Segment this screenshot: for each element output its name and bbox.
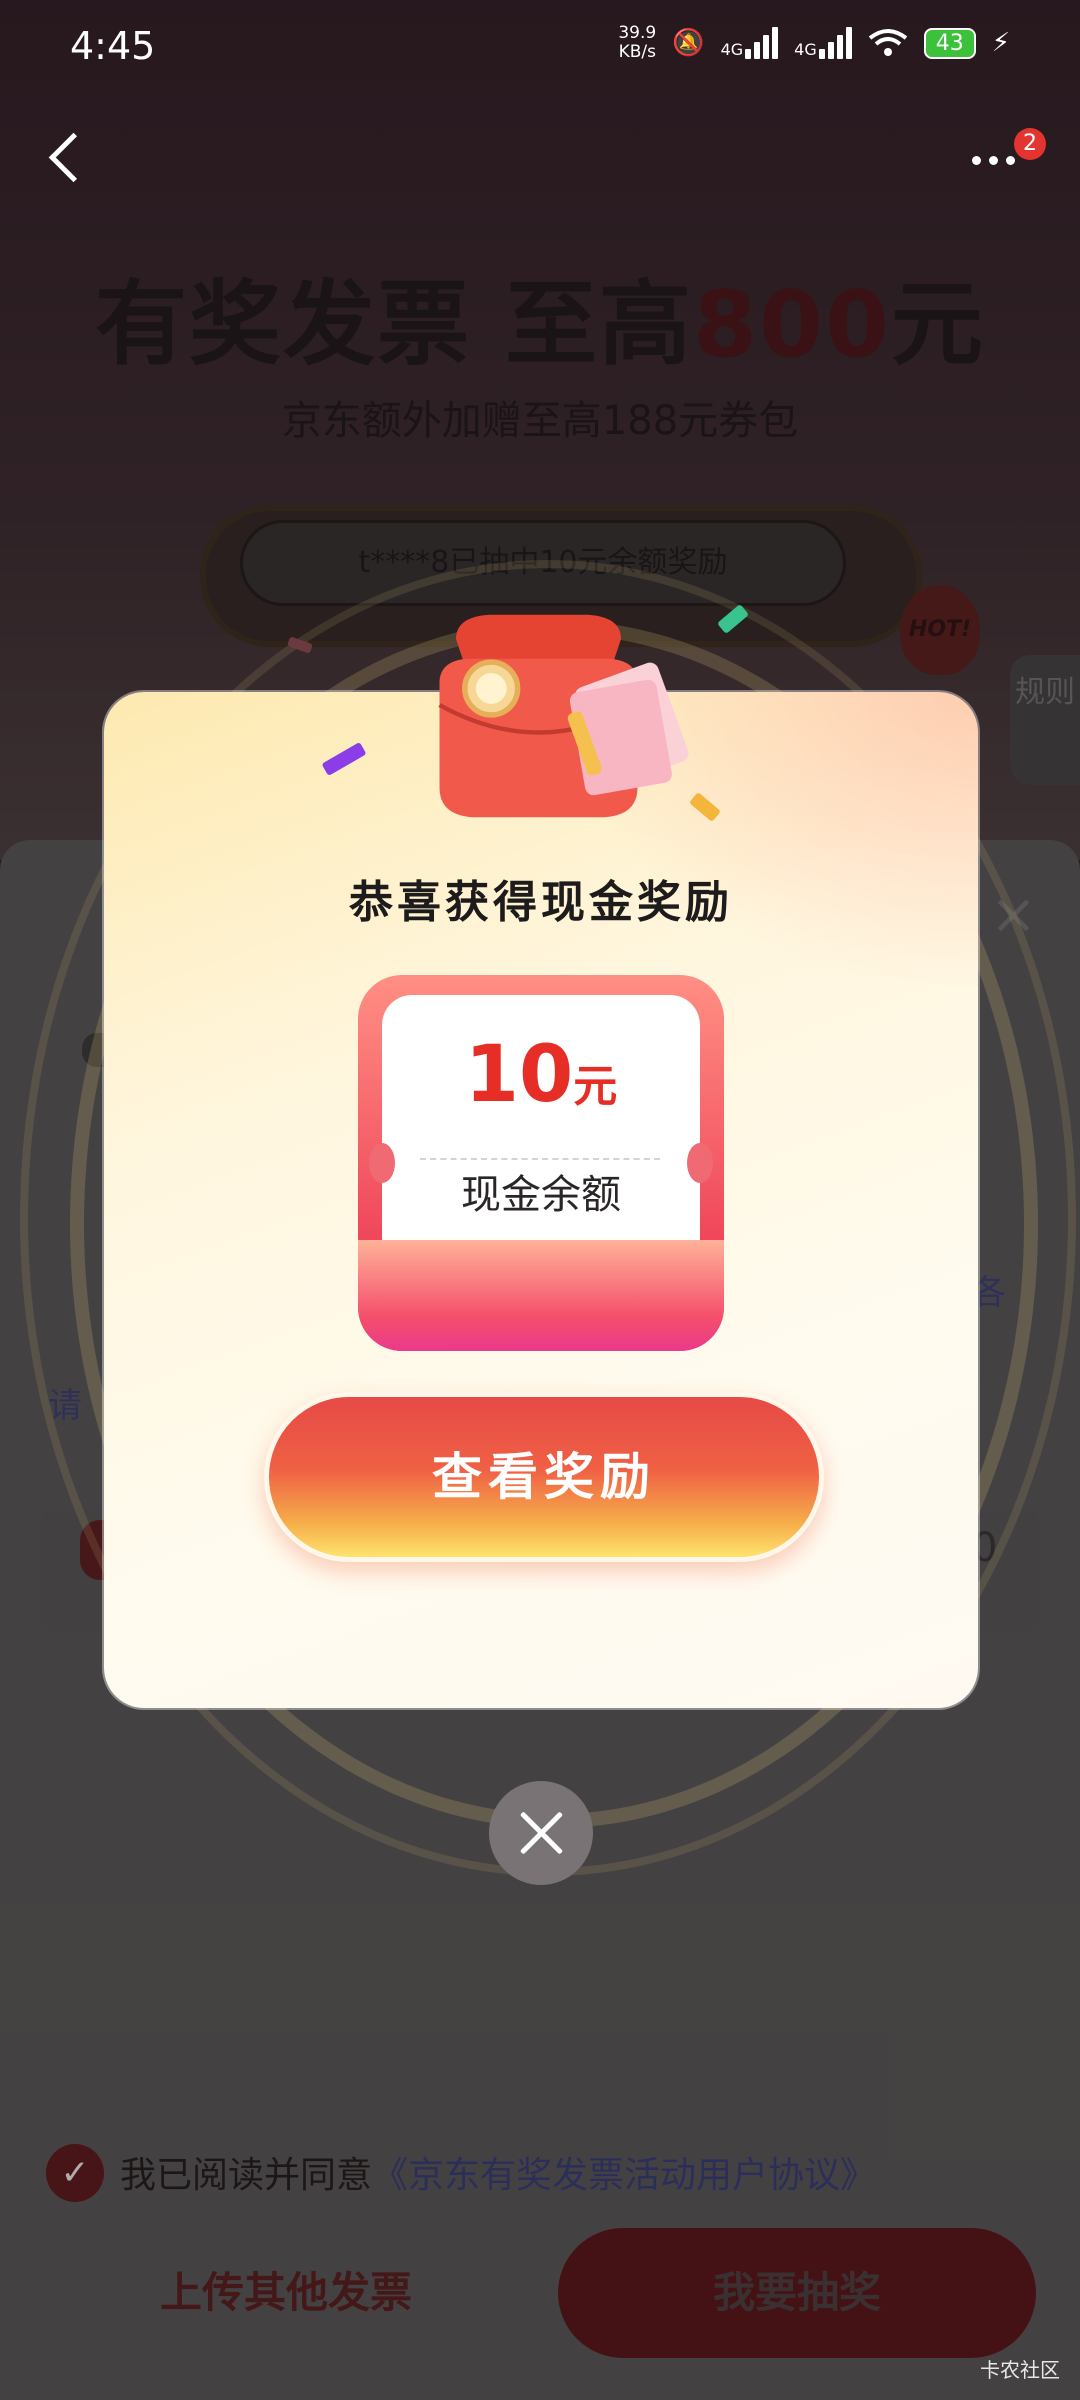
signal-1-icon: 4G — [721, 27, 779, 59]
ticket-pocket — [358, 1240, 724, 1351]
battery-icon: 43 — [923, 27, 976, 59]
red-envelope-bag-icon — [438, 614, 689, 818]
reward-type-label: 现金余额 — [461, 1172, 621, 1218]
modal-title: 恭喜获得现金奖励 — [349, 877, 733, 928]
ticket-divider — [420, 1158, 660, 1160]
charging-icon: ⚡ — [991, 28, 1010, 58]
network-speed: 39.9 KB/s — [618, 23, 657, 62]
signal-2-icon: 4G — [794, 27, 852, 59]
notification-badge: 2 — [1014, 128, 1046, 160]
more-icon[interactable] — [972, 156, 1015, 165]
watermark: 卡农社区 — [980, 2358, 1060, 2382]
reward-amount: 10元 — [464, 1030, 618, 1120]
view-reward-button[interactable]: 查看奖励 — [264, 1392, 824, 1562]
status-icons: 39.9 KB/s 🔕 4G 4G 43 ⚡ — [618, 24, 1010, 62]
wifi-icon — [868, 29, 907, 56]
status-time: 4:45 — [70, 24, 156, 68]
mute-bell-icon: 🔕 — [672, 28, 705, 58]
modal-close-button[interactable] — [489, 1781, 593, 1885]
